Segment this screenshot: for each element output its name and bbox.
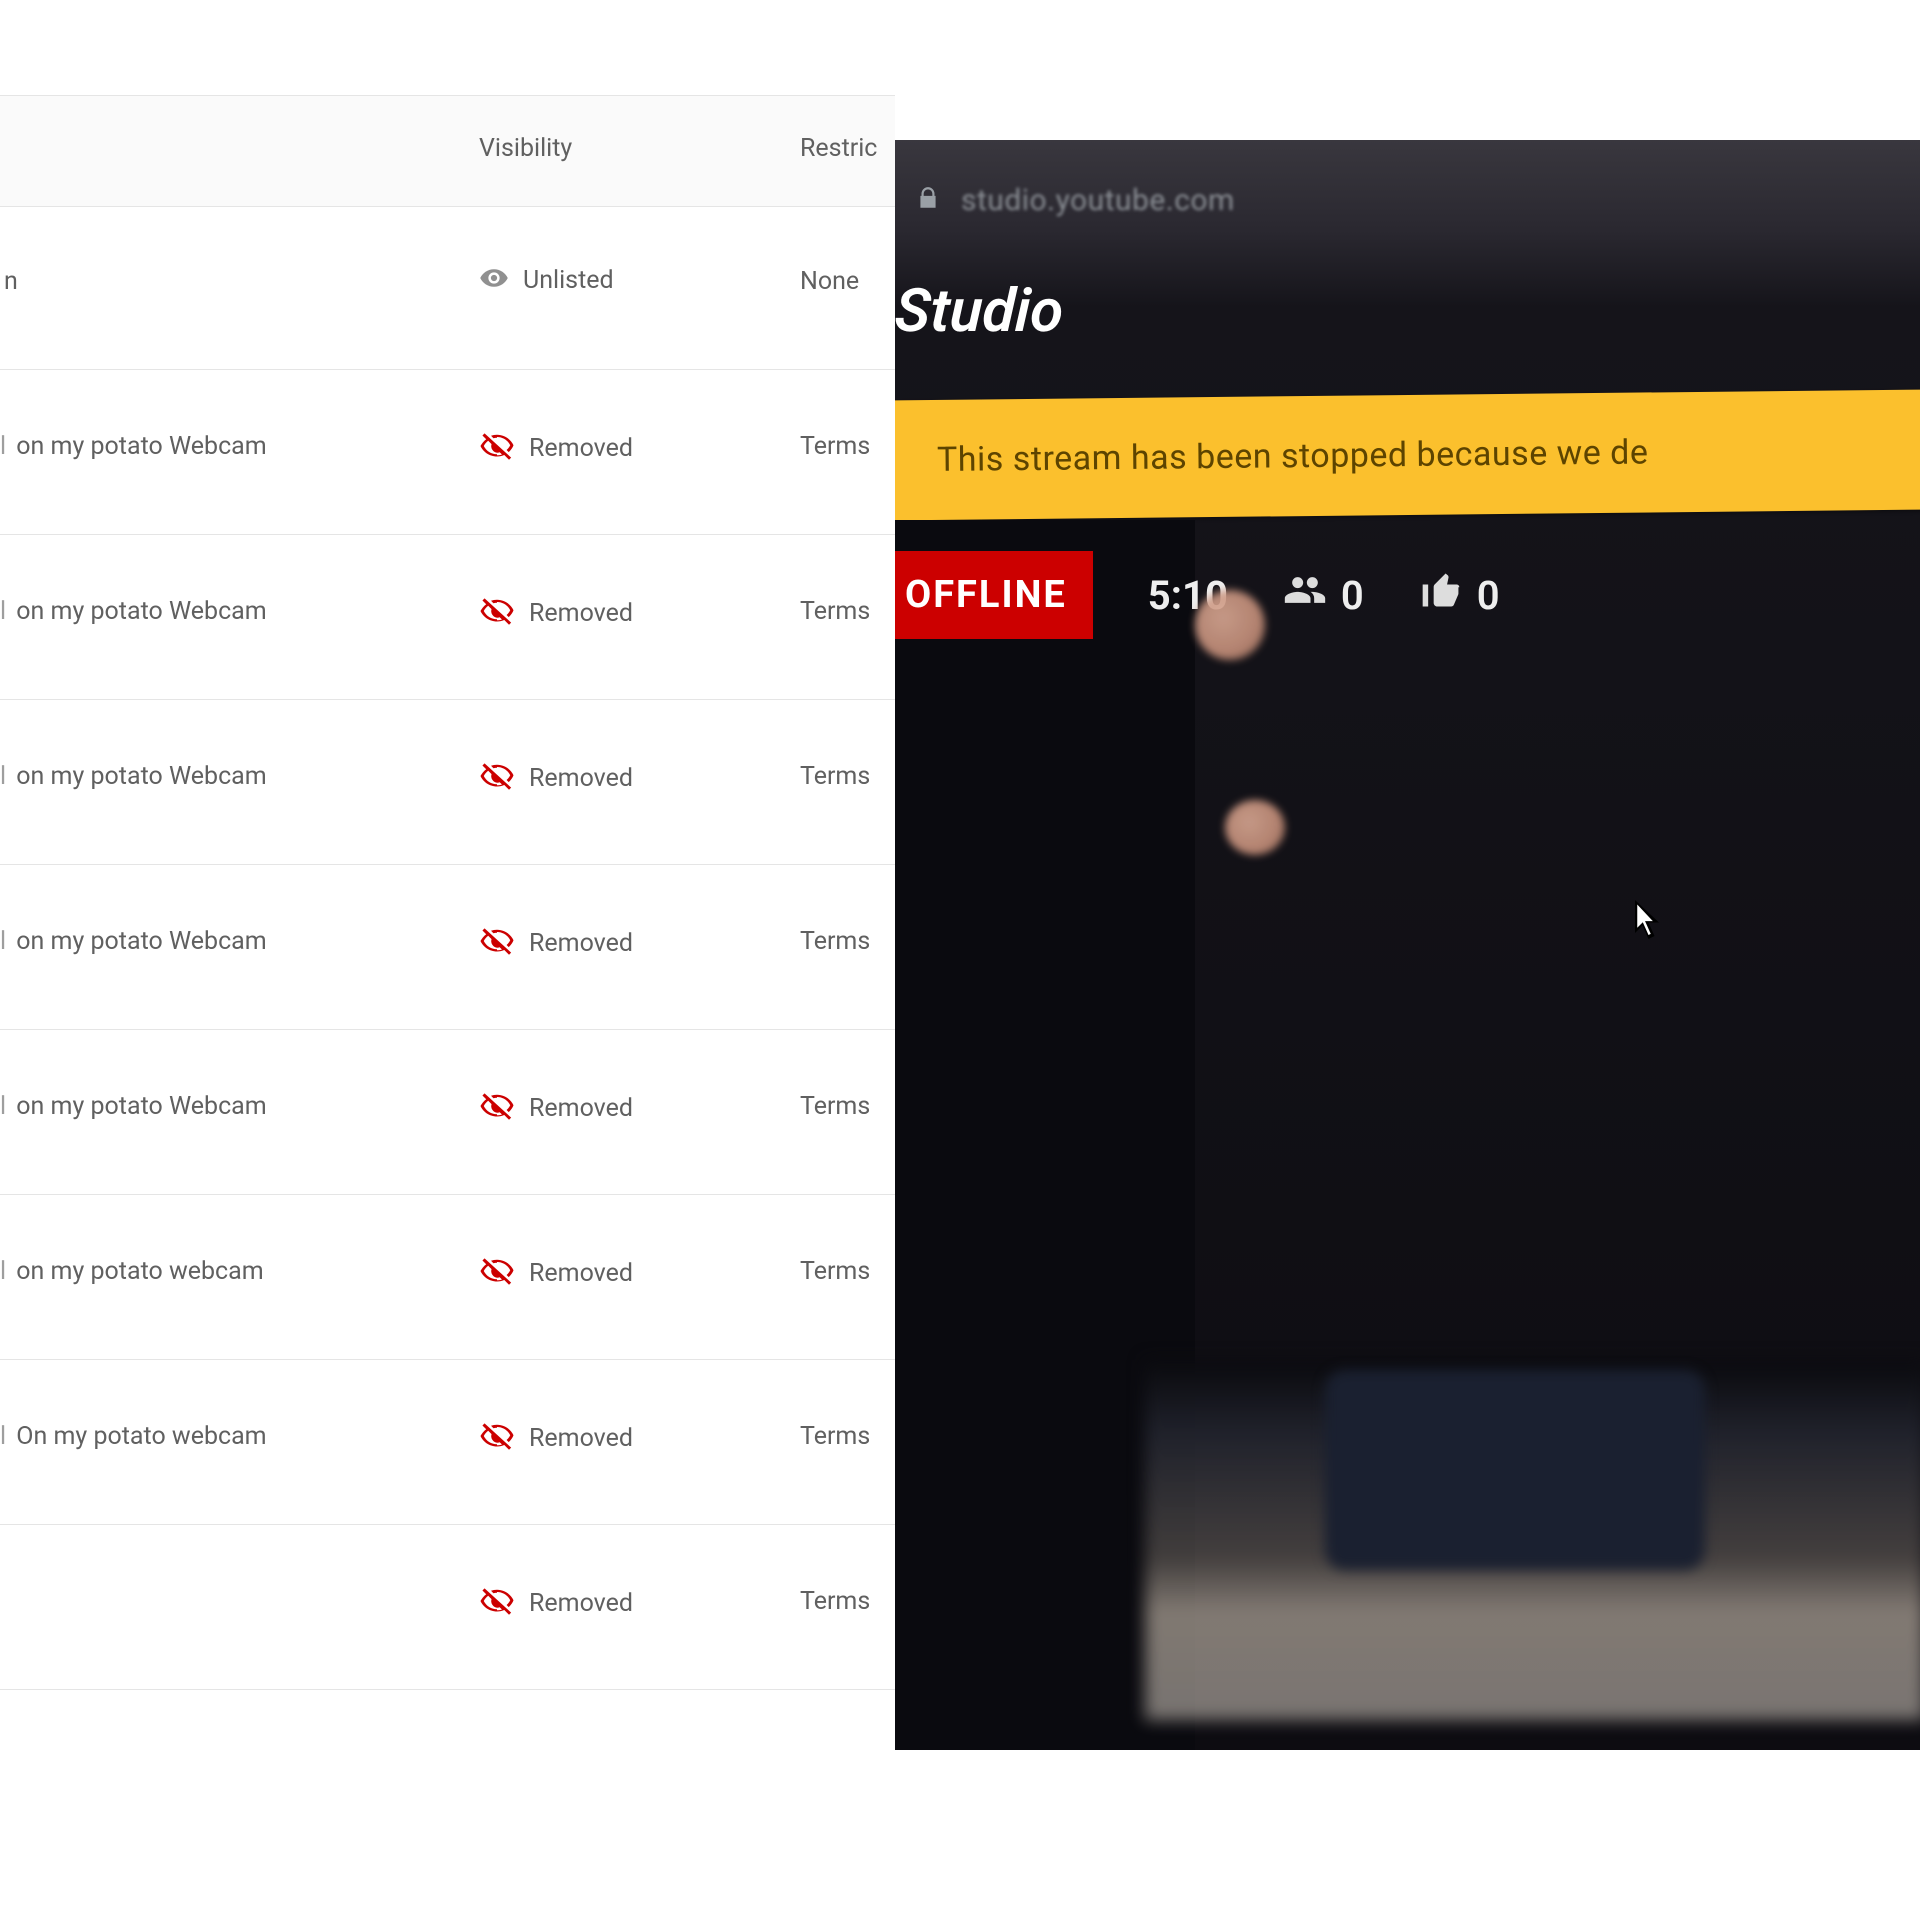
restriction-value: Terms (800, 597, 870, 626)
table-row[interactable]: n Unlisted None (0, 205, 895, 370)
table-row[interactable]: l On my potato webcam Removed Terms (0, 1360, 895, 1525)
restriction-value: Terms (800, 762, 870, 791)
thumbs-up-icon (1419, 568, 1463, 622)
address-url-text: studio.youtube.com (961, 183, 1235, 218)
like-count: 0 (1419, 568, 1500, 622)
restriction-value: Terms (800, 1422, 870, 1451)
studio-content-table: Visibility Restric n Unlisted None l on … (0, 0, 895, 1920)
lock-icon (915, 185, 941, 215)
live-studio-photo: studio.youtube.com Studio This stream ha… (895, 0, 1920, 1920)
browser-address-bar[interactable]: studio.youtube.com (895, 160, 1920, 240)
video-title-partial: l on my potato Webcam (0, 1092, 267, 1121)
offline-badge: OFFLINE (895, 551, 1093, 639)
restriction-value: Terms (800, 927, 870, 956)
people-icon (1283, 568, 1327, 622)
eye-slash-icon (479, 779, 515, 798)
restriction-value: Terms (800, 1257, 870, 1286)
video-title-partial: l On my potato webcam (0, 1422, 267, 1451)
video-title-partial: n (0, 267, 18, 296)
webcam-preview-blur (1325, 1370, 1705, 1570)
restriction-value: Terms (800, 432, 870, 461)
video-title-partial (0, 1587, 4, 1616)
eye-slash-icon (479, 1604, 515, 1623)
table-row[interactable]: l on my potato Webcam Removed Terms (0, 865, 895, 1030)
table-row[interactable]: l on my potato Webcam Removed Terms (0, 700, 895, 865)
table-row[interactable]: l on my potato Webcam Removed Terms (0, 535, 895, 700)
eye-slash-icon (479, 449, 515, 468)
eye-slash-icon (479, 614, 515, 633)
visibility-label: Removed (529, 1094, 633, 1123)
like-count-value: 0 (1477, 572, 1500, 619)
eye-slash-icon (479, 1109, 515, 1128)
video-title-partial: l on my potato Webcam (0, 762, 267, 791)
visibility-label: Removed (529, 434, 633, 463)
restriction-value: None (800, 267, 859, 296)
column-header-row: Visibility Restric (0, 95, 895, 207)
restriction-value: Terms (800, 1092, 870, 1121)
eye-slash-icon (479, 1439, 515, 1458)
eye-slash-icon (479, 944, 515, 963)
visibility-label: Removed (529, 1259, 633, 1288)
eye-slash-icon (479, 1274, 515, 1293)
table-row[interactable]: Removed Terms (0, 1525, 895, 1690)
finger-blur (1195, 590, 1265, 660)
video-title-partial: l on my potato Webcam (0, 927, 267, 956)
visibility-label: Removed (529, 764, 633, 793)
table-row[interactable]: l on my potato Webcam Removed Terms (0, 1030, 895, 1195)
studio-header-title: Studio (895, 275, 1065, 346)
video-title-partial: l on my potato Webcam (0, 597, 267, 626)
visibility-label: Removed (529, 1424, 633, 1453)
mouse-cursor-icon (1635, 900, 1665, 942)
eye-icon (479, 278, 509, 297)
table-row[interactable]: l on my potato webcam Removed Terms (0, 1195, 895, 1360)
stream-stopped-banner[interactable]: This stream has been stopped because we … (895, 390, 1920, 521)
video-title-partial: l on my potato webcam (0, 1257, 264, 1286)
viewer-count: 0 (1283, 568, 1364, 622)
video-title-partial: l on my potato Webcam (0, 432, 267, 461)
table-row[interactable]: l on my potato Webcam Removed Terms (0, 370, 895, 535)
finger-blur (1225, 800, 1285, 855)
banner-message-text: This stream has been stopped because we … (937, 432, 1649, 479)
restriction-value: Terms (800, 1587, 870, 1616)
viewer-count-value: 0 (1341, 572, 1364, 619)
column-header-visibility[interactable]: Visibility (479, 134, 572, 163)
visibility-label: Unlisted (523, 266, 614, 295)
visibility-label: Removed (529, 599, 633, 628)
column-header-restrictions[interactable]: Restric (800, 134, 877, 163)
visibility-label: Removed (529, 929, 633, 958)
visibility-label: Removed (529, 1589, 633, 1618)
